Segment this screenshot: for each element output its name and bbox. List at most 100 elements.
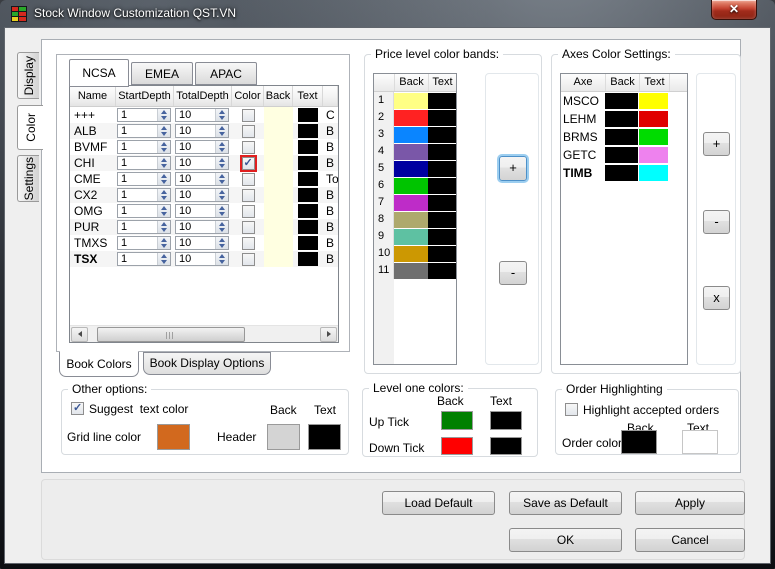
text-color-swatch[interactable]	[293, 204, 323, 218]
color-checkbox[interactable]	[242, 189, 255, 202]
header-back-swatch[interactable]	[267, 424, 300, 450]
grid-line-color-swatch[interactable]	[157, 424, 190, 450]
total-depth-stepper[interactable]: 10	[175, 236, 229, 250]
band-back-swatch[interactable]	[394, 110, 428, 126]
band-text-swatch[interactable]	[428, 229, 456, 245]
color-checkbox[interactable]	[242, 109, 255, 122]
color-checkbox[interactable]	[242, 253, 255, 266]
horizontal-scrollbar[interactable]	[70, 325, 338, 342]
tab-apac[interactable]: APAC	[195, 62, 257, 85]
axe-back-swatch[interactable]	[605, 147, 638, 163]
start-depth-stepper[interactable]: 1	[117, 124, 171, 138]
band-back-swatch[interactable]	[394, 212, 428, 228]
total-depth-stepper[interactable]: 10	[175, 252, 229, 266]
order-text-swatch[interactable]	[682, 430, 718, 454]
start-depth-stepper[interactable]: 1	[117, 188, 171, 202]
spin-down-icon[interactable]	[158, 195, 170, 201]
scroll-left-icon[interactable]	[71, 327, 88, 342]
up-tick-back-swatch[interactable]	[441, 411, 473, 430]
back-color-swatch[interactable]	[264, 219, 293, 235]
suggest-text-color-checkbox[interactable]	[71, 402, 84, 415]
text-color-swatch[interactable]	[293, 188, 323, 202]
spin-down-icon[interactable]	[158, 227, 170, 233]
start-depth-stepper[interactable]: 1	[117, 204, 171, 218]
color-checkbox[interactable]	[242, 157, 255, 170]
axe-text-swatch[interactable]	[639, 147, 668, 163]
spin-down-icon[interactable]	[216, 147, 228, 153]
tab-book-display-options[interactable]: Book Display Options	[143, 352, 271, 375]
total-depth-stepper[interactable]: 10	[175, 220, 229, 234]
axe-back-swatch[interactable]	[605, 165, 638, 181]
axe-back-swatch[interactable]	[605, 111, 638, 127]
start-depth-stepper[interactable]: 1	[117, 236, 171, 250]
band-text-swatch[interactable]	[428, 195, 456, 211]
band-text-swatch[interactable]	[428, 263, 456, 279]
color-checkbox[interactable]	[242, 141, 255, 154]
text-color-swatch[interactable]	[293, 124, 323, 138]
load-default-button[interactable]: Load Default	[382, 491, 495, 515]
down-tick-text-swatch[interactable]	[490, 437, 522, 455]
band-text-swatch[interactable]	[428, 178, 456, 194]
total-depth-stepper[interactable]: 10	[175, 124, 229, 138]
spin-down-icon[interactable]	[216, 243, 228, 249]
band-text-swatch[interactable]	[428, 110, 456, 126]
add-band-button[interactable]: +	[499, 156, 527, 181]
cancel-button[interactable]: Cancel	[635, 528, 745, 552]
text-color-swatch[interactable]	[293, 220, 323, 234]
back-color-swatch[interactable]	[264, 139, 293, 155]
band-text-swatch[interactable]	[428, 212, 456, 228]
color-checkbox[interactable]	[242, 125, 255, 138]
color-checkbox[interactable]	[242, 205, 255, 218]
back-color-swatch[interactable]	[264, 203, 293, 219]
spin-down-icon[interactable]	[158, 115, 170, 121]
color-checkbox[interactable]	[242, 173, 255, 186]
band-back-swatch[interactable]	[394, 263, 428, 279]
delete-axe-button[interactable]: x	[703, 286, 730, 310]
start-depth-stepper[interactable]: 1	[117, 220, 171, 234]
total-depth-stepper[interactable]: 10	[175, 172, 229, 186]
spin-down-icon[interactable]	[216, 227, 228, 233]
ok-button[interactable]: OK	[509, 528, 622, 552]
spin-down-icon[interactable]	[216, 179, 228, 185]
back-color-swatch[interactable]	[264, 251, 293, 267]
spin-down-icon[interactable]	[158, 131, 170, 137]
save-as-default-button[interactable]: Save as Default	[509, 491, 622, 515]
spin-down-icon[interactable]	[158, 211, 170, 217]
total-depth-stepper[interactable]: 10	[175, 140, 229, 154]
spin-down-icon[interactable]	[158, 259, 170, 265]
band-text-swatch[interactable]	[428, 93, 456, 109]
start-depth-stepper[interactable]: 1	[117, 156, 171, 170]
spin-down-icon[interactable]	[216, 115, 228, 121]
text-color-swatch[interactable]	[293, 252, 323, 266]
spin-down-icon[interactable]	[216, 163, 228, 169]
band-back-swatch[interactable]	[394, 229, 428, 245]
text-color-swatch[interactable]	[293, 140, 323, 154]
color-checkbox[interactable]	[242, 221, 255, 234]
down-tick-back-swatch[interactable]	[441, 437, 473, 455]
header-text-swatch[interactable]	[308, 424, 341, 450]
tab-settings[interactable]: Settings	[17, 155, 39, 202]
tab-emea[interactable]: EMEA	[131, 62, 193, 85]
start-depth-stepper[interactable]: 1	[117, 108, 171, 122]
axe-back-swatch[interactable]	[605, 93, 638, 109]
spin-down-icon[interactable]	[158, 147, 170, 153]
spin-down-icon[interactable]	[158, 243, 170, 249]
back-color-swatch[interactable]	[264, 107, 293, 123]
band-back-swatch[interactable]	[394, 93, 428, 109]
axe-text-swatch[interactable]	[639, 93, 668, 109]
remove-axe-button[interactable]: -	[703, 210, 730, 234]
band-text-swatch[interactable]	[428, 161, 456, 177]
band-back-swatch[interactable]	[394, 195, 428, 211]
close-button[interactable]: ✕	[711, 0, 757, 20]
up-tick-text-swatch[interactable]	[490, 411, 522, 430]
back-color-swatch[interactable]	[264, 171, 293, 187]
order-back-swatch[interactable]	[621, 430, 657, 454]
band-back-swatch[interactable]	[394, 178, 428, 194]
back-color-swatch[interactable]	[264, 235, 293, 251]
axe-back-swatch[interactable]	[605, 129, 638, 145]
axe-text-swatch[interactable]	[639, 111, 668, 127]
start-depth-stepper[interactable]: 1	[117, 172, 171, 186]
scrollbar-thumb[interactable]	[97, 327, 245, 342]
tab-book-colors[interactable]: Book Colors	[59, 351, 139, 377]
band-back-swatch[interactable]	[394, 127, 428, 143]
